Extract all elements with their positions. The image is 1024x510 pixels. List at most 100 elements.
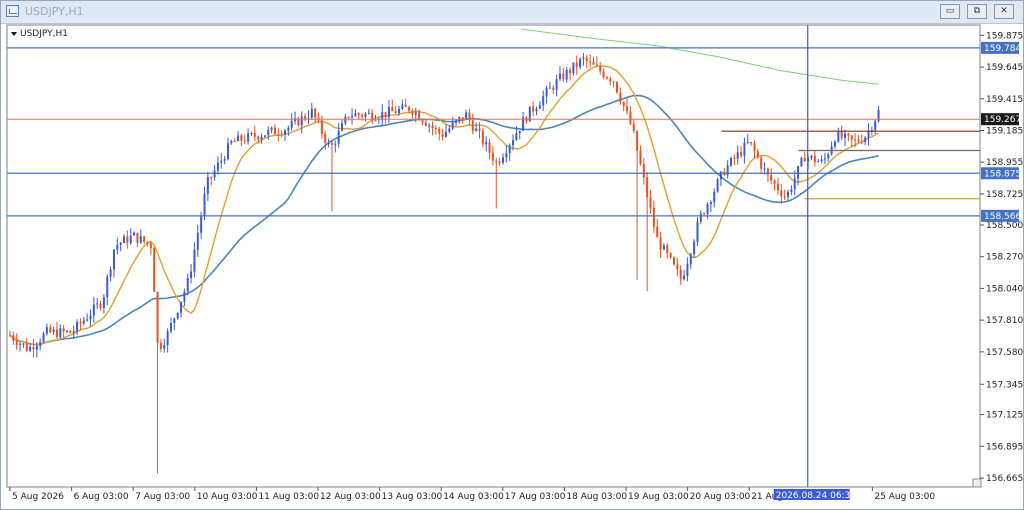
candle-body xyxy=(585,57,588,62)
candle-body xyxy=(562,73,565,80)
candle-body xyxy=(639,150,642,165)
candle-body xyxy=(622,102,625,107)
candle-body xyxy=(169,322,172,332)
price-label: 157.810 xyxy=(986,316,1023,326)
candle-body xyxy=(498,161,501,163)
candle-body xyxy=(696,221,699,242)
candle-body xyxy=(220,160,223,163)
candle-body xyxy=(72,331,75,334)
price-label: 158.500 xyxy=(986,221,1023,231)
candle-body xyxy=(478,128,481,131)
candle-body xyxy=(491,152,494,161)
candle-body xyxy=(59,328,62,338)
candle-body xyxy=(793,178,796,190)
candle-body xyxy=(76,321,79,332)
candle-body xyxy=(364,113,367,117)
candle-body xyxy=(183,291,186,302)
candle-body xyxy=(102,297,105,308)
candle-body xyxy=(324,133,327,144)
candle-body xyxy=(626,106,629,112)
candle-body xyxy=(495,160,498,162)
price-label: 157.580 xyxy=(986,348,1023,358)
candle-body xyxy=(515,133,518,141)
candle-body xyxy=(508,145,511,154)
candle-body xyxy=(535,108,538,112)
candle-body xyxy=(740,152,743,156)
candle-body xyxy=(558,73,561,80)
candle-body xyxy=(193,249,196,272)
candle-body xyxy=(629,111,632,124)
candle-body xyxy=(270,127,273,131)
candle-body xyxy=(159,342,162,349)
candle-body xyxy=(223,159,226,161)
candle-body xyxy=(203,194,206,216)
time-label: 19 Aug 03:00 xyxy=(628,492,689,502)
candle-body xyxy=(706,204,709,214)
candle-body xyxy=(847,133,850,136)
candle-body xyxy=(401,104,404,109)
candle-body xyxy=(99,303,102,308)
candle-body xyxy=(713,191,716,203)
candle-body xyxy=(736,152,739,159)
candle-body xyxy=(119,242,122,245)
candle-body xyxy=(361,115,364,117)
candle-body xyxy=(247,133,250,142)
chart-symbol-label: USDJPY,H1 xyxy=(20,29,68,39)
candle-body xyxy=(434,128,437,130)
candle-body xyxy=(672,257,675,265)
candle-body xyxy=(810,155,813,158)
candle-body xyxy=(290,121,293,128)
candle-body xyxy=(800,157,803,166)
candle-body xyxy=(518,130,521,134)
candle-body xyxy=(347,116,350,118)
candle-body xyxy=(12,335,15,341)
price-label: 159.185 xyxy=(986,127,1023,137)
candle-body xyxy=(763,168,766,170)
price-tag-label: 158.566 xyxy=(984,212,1021,222)
candle-body xyxy=(35,345,38,350)
candle-body xyxy=(770,174,773,181)
candle-body xyxy=(96,303,99,305)
candle-body xyxy=(230,140,233,144)
time-label: 7 Aug 03:00 xyxy=(135,492,190,502)
price-label: 159.875 xyxy=(986,31,1023,41)
candle-body xyxy=(431,125,434,129)
candle-body xyxy=(595,64,598,66)
time-label: 13 Aug 03:00 xyxy=(382,492,443,502)
candle-body xyxy=(340,123,343,131)
candle-body xyxy=(428,125,431,127)
candle-body xyxy=(485,142,488,145)
candle-body xyxy=(538,105,541,109)
candle-body xyxy=(351,116,354,118)
price-label: 157.345 xyxy=(986,380,1023,390)
candle-body xyxy=(139,236,142,243)
candle-body xyxy=(669,253,672,258)
candle-body xyxy=(797,165,800,179)
candle-body xyxy=(441,133,444,137)
candle-body xyxy=(92,304,95,316)
candle-body xyxy=(827,154,830,159)
candle-body xyxy=(294,118,297,122)
candle-body xyxy=(780,190,783,197)
candle-body xyxy=(776,183,779,191)
candle-body xyxy=(783,196,786,198)
candle-body xyxy=(636,131,639,151)
candle-body xyxy=(374,120,377,122)
candle-body xyxy=(213,170,216,178)
candle-body xyxy=(646,177,649,198)
candle-body xyxy=(642,164,645,178)
candle-body xyxy=(79,321,82,324)
candle-body xyxy=(394,111,397,114)
candle-body xyxy=(750,141,753,144)
candle-body xyxy=(216,162,219,171)
time-label: 25 Aug 03:00 xyxy=(874,492,935,502)
time-label: 14 Aug 03:00 xyxy=(443,492,504,502)
candle-body xyxy=(548,87,551,89)
candle-body xyxy=(512,140,515,146)
candle-body xyxy=(609,78,612,82)
price-tag-label: 159.784 xyxy=(984,44,1021,54)
candle-body xyxy=(803,157,806,162)
candle-body xyxy=(283,130,286,135)
candle-body xyxy=(649,197,652,208)
price-chart[interactable]: 159.875 159.645 159.415 159.185 158.955 158.7… xyxy=(1,1,1023,509)
